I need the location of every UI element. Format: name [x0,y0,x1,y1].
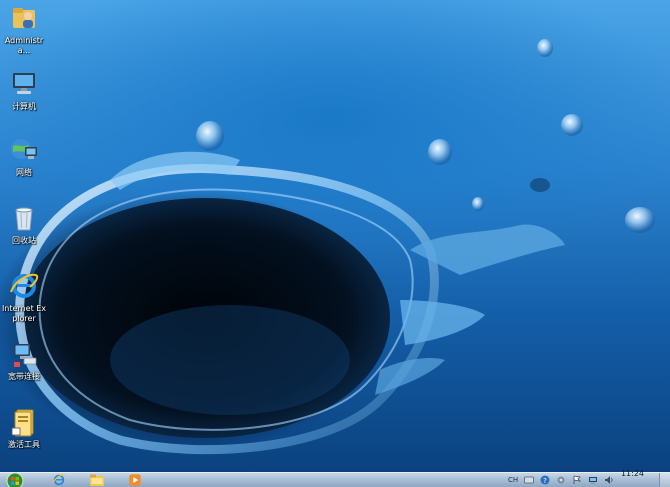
show-desktop-button[interactable] [659,473,670,487]
start-button[interactable] [4,470,26,487]
help-icon[interactable]: ? [540,475,550,485]
desktop-icon-label: 激活工具 [8,440,40,449]
desktop-icon-administrator[interactable]: Administra... [0,2,48,56]
taskbar-pinned-internet-explorer[interactable] [42,473,76,487]
user-folder-icon [13,8,35,28]
taskbar-pinned-file-explorer[interactable] [80,473,114,487]
settings-icon[interactable] [556,475,566,485]
activation-tool-icon [11,409,34,437]
language-indicator[interactable]: CH [508,475,518,485]
computer-icon [13,73,35,94]
desktop-icon-broadband-connection[interactable]: 宽带连接 [0,338,48,382]
file-explorer-icon [90,474,104,486]
svg-text:?: ? [543,477,547,485]
media-player-icon [129,474,141,486]
desktop[interactable]: Administra... 计算机 网络 回收站 Internet Explor… [0,0,670,487]
internet-explorer-icon [52,474,66,486]
internet-explorer-icon [10,273,39,298]
desktop-icon-internet-explorer[interactable]: Internet Explorer [0,270,48,324]
volume-icon[interactable] [604,475,614,485]
desktop-icon-label: 回收站 [12,236,36,245]
desktop-icon-activation-tool[interactable]: 激活工具 [0,406,48,450]
wallpaper-water-splash [15,39,655,455]
system-tray: CH ? 11:24 [500,469,670,487]
taskbar-pinned-media-player[interactable] [118,473,152,487]
recycle-bin-icon [15,207,33,231]
desktop-icon-computer[interactable]: 计算机 [0,68,48,112]
network-status-icon[interactable] [588,475,598,485]
desktop-icon-label: Internet Explorer [1,304,47,323]
desktop-icon-network[interactable]: 网络 [0,134,48,178]
desktop-icon-label: Administra... [4,36,44,55]
desktop-icon-label: 网络 [16,168,32,177]
taskbar: CH ? 11:24 [0,469,670,487]
action-center-flag-icon[interactable] [572,475,582,485]
clock-time[interactable]: 11:24 [621,469,644,478]
desktop-icon-label: 计算机 [12,102,36,111]
desktop-icon-label: 宽带连接 [8,372,40,381]
keyboard-icon[interactable] [524,475,534,485]
network-icon [11,139,37,159]
desktop-icon-recycle-bin[interactable]: 回收站 [0,202,48,246]
broadband-connection-icon [14,344,37,367]
